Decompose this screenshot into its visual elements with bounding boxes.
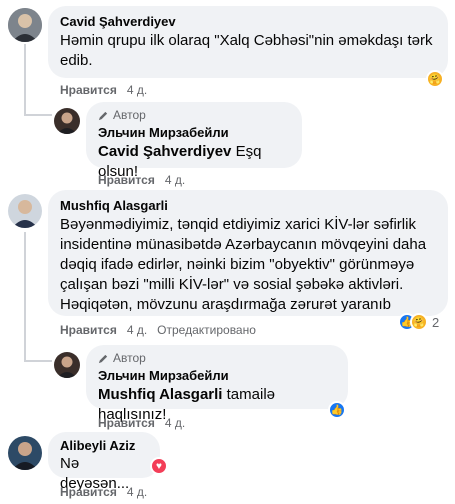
- love-reaction-icon: ♥: [150, 457, 168, 475]
- comment-actions: Нравится 4 д. Отредактировано: [60, 323, 256, 337]
- like-button[interactable]: Нравится: [60, 485, 117, 499]
- author-badge: Автор: [98, 351, 336, 365]
- thread-line: [24, 360, 52, 362]
- comment-time[interactable]: 4 д.: [165, 416, 185, 430]
- author-badge: Автор: [98, 108, 290, 122]
- author-badge-label: Автор: [113, 351, 146, 365]
- edited-label: Отредактировано: [157, 323, 256, 337]
- comment-actions: Нравится 4 д.: [98, 416, 185, 430]
- mention-link[interactable]: Mushfiq Alasgarli: [98, 386, 222, 403]
- comment-bubble: Автор Эльчин Мирзабейли Mushfiq Alasgarl…: [86, 345, 348, 423]
- comment-bubble: Mushfiq Alasgarli Bəyənmədiyimiz, tənqid…: [48, 190, 448, 316]
- like-button[interactable]: Нравится: [60, 323, 117, 337]
- thread-line: [24, 44, 26, 114]
- like-button[interactable]: Нравится: [60, 83, 117, 97]
- comment-bubble: Alibeyli Aziz Nə deyəsən...: [48, 432, 160, 492]
- pencil-icon: [98, 111, 108, 120]
- comment-author[interactable]: Mushfiq Alasgarli: [60, 198, 436, 213]
- comment-time[interactable]: 4 д.: [127, 323, 147, 337]
- reaction-count: 2: [432, 314, 440, 330]
- avatar[interactable]: [54, 352, 80, 378]
- care-reaction-icon: 🤗: [410, 313, 428, 331]
- comment-actions: Нравится 4 д.: [60, 83, 147, 97]
- comment-author[interactable]: Cavid Şahverdiyev: [60, 14, 436, 29]
- profile-photo-icon: [8, 194, 42, 228]
- reaction-summary[interactable]: ♥: [150, 457, 168, 475]
- like-button[interactable]: Нравится: [98, 416, 155, 430]
- like-reaction-icon: 👍: [328, 401, 346, 419]
- comment-actions: Нравится 4 д.: [98, 173, 185, 187]
- profile-photo-icon: [8, 436, 42, 470]
- avatar[interactable]: [8, 194, 42, 228]
- like-button[interactable]: Нравится: [98, 173, 155, 187]
- avatar[interactable]: [54, 108, 80, 134]
- avatar[interactable]: [8, 8, 42, 42]
- comment-time[interactable]: 4 д.: [127, 485, 147, 499]
- comment-time[interactable]: 4 д.: [165, 173, 185, 187]
- profile-photo-icon: [8, 8, 42, 42]
- comment-text: Bəyənmədiyimiz, tənqid etdiyimiz xarici …: [60, 216, 427, 313]
- reaction-summary[interactable]: 👍: [328, 401, 346, 419]
- mention-link[interactable]: Cavid Şahverdiyev: [98, 143, 231, 160]
- comment-bubble: Автор Эльчин Мирзабейли Cavid Şahverdiye…: [86, 102, 302, 180]
- comment-actions: Нравится 4 д.: [60, 485, 147, 499]
- comment-text: Həmin qrupu ilk olaraq "Xalq Cəbhəsi"nin…: [60, 32, 433, 69]
- comment-bubble: Cavid Şahverdiyev Həmin qrupu ilk olaraq…: [48, 6, 448, 78]
- reaction-summary[interactable]: 👍 🤗 2: [398, 313, 439, 331]
- author-badge-label: Автор: [113, 108, 146, 122]
- profile-photo-icon: [54, 108, 80, 134]
- comment-author[interactable]: Эльчин Мирзабейли: [98, 125, 290, 140]
- profile-photo-icon: [54, 352, 80, 378]
- thread-line: [24, 232, 26, 360]
- thread-line: [24, 114, 52, 116]
- reaction-summary[interactable]: 🤗: [426, 70, 444, 88]
- care-reaction-icon: 🤗: [426, 70, 444, 88]
- avatar[interactable]: [8, 436, 42, 470]
- comment-author[interactable]: Эльчин Мирзабейли: [98, 368, 336, 383]
- comment-time[interactable]: 4 д.: [127, 83, 147, 97]
- pencil-icon: [98, 354, 108, 363]
- comment-author[interactable]: Alibeyli Aziz: [60, 438, 148, 453]
